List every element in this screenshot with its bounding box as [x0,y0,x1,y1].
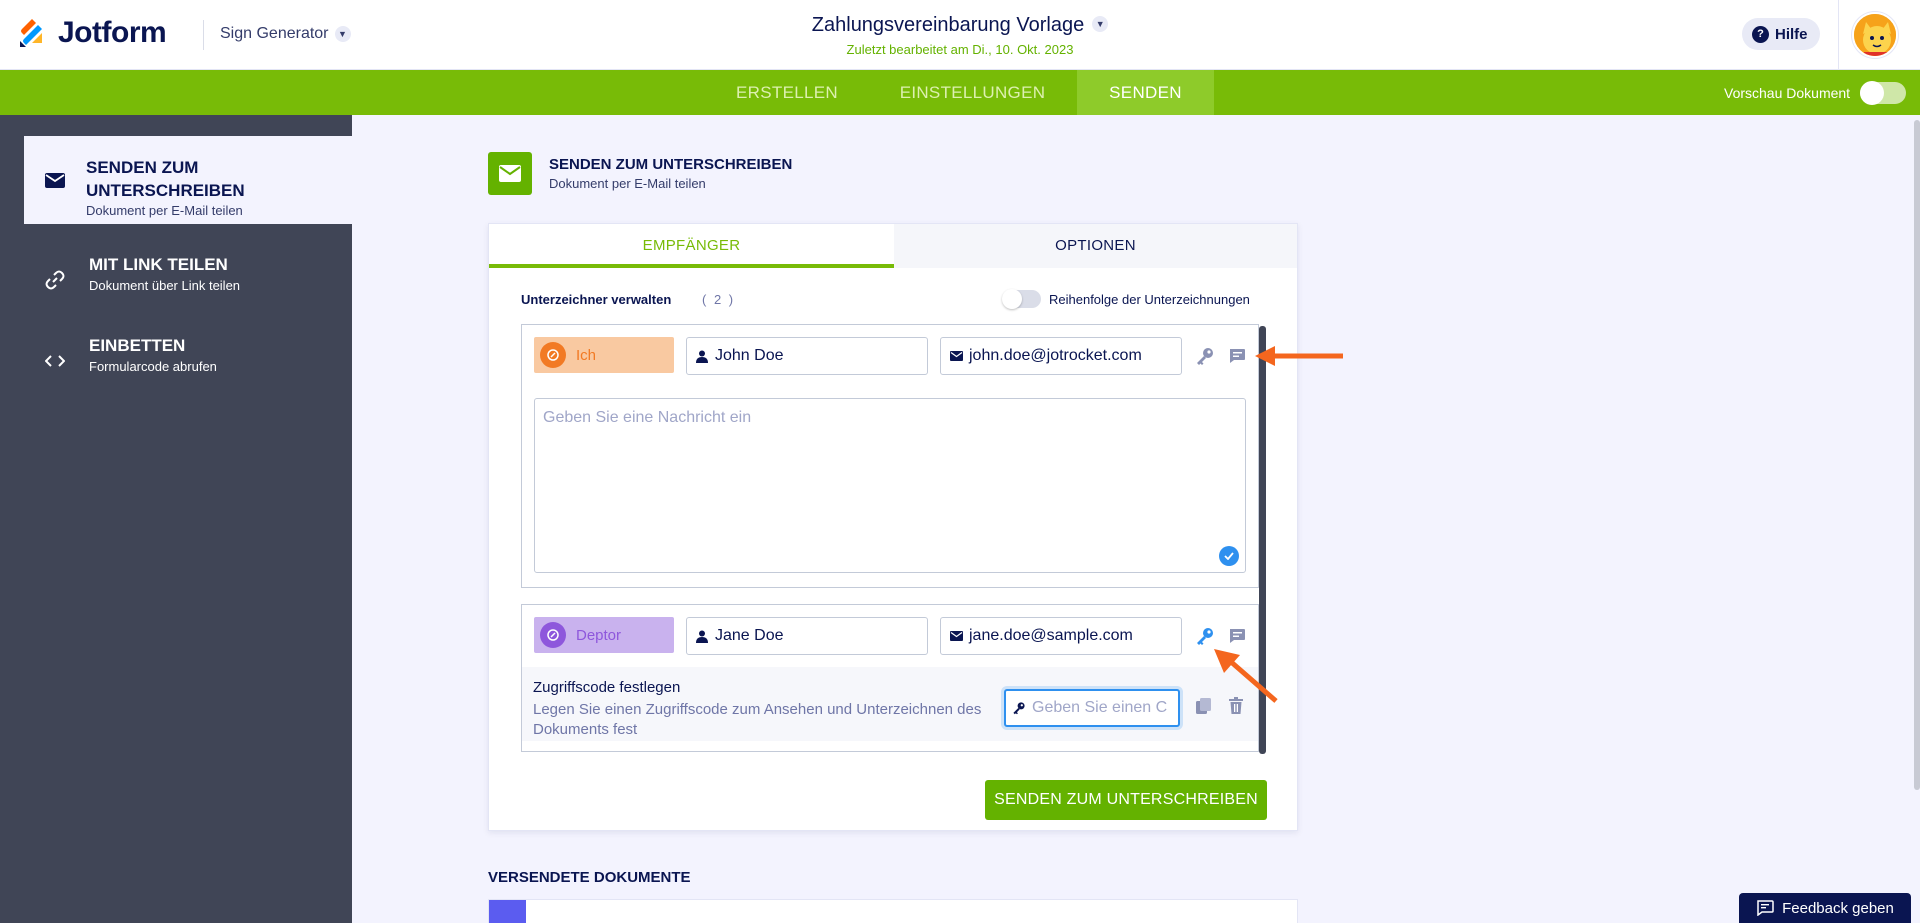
publish-sidebar: SENDEN ZUM UNTERSCHREIBEN Dokument per E… [0,115,352,923]
signing-order-toggle[interactable] [1002,289,1041,309]
pen-icon [540,342,566,368]
chevron-down-icon[interactable]: ▼ [1092,15,1109,32]
tab-options[interactable]: OPTIONEN [894,224,1297,268]
sent-documents-title: VERSENDETE DOKUMENTE [488,869,691,886]
document-title[interactable]: Zahlungsvereinbarung Vorlage ▼ [0,14,1920,37]
signer-card: Deptor Jane Doe jane.doe@sample.com Zugr… [521,604,1259,752]
message-icon[interactable] [1226,345,1248,367]
message-icon[interactable] [1226,625,1248,647]
signer-card: Ich John Doe john.doe@jotrocket.com Gebe… [521,324,1259,588]
key-icon [1013,702,1025,715]
access-code-placeholder: Geben Sie einen C [1032,699,1168,716]
sidebar-item-title: SENDEN ZUM [86,158,199,177]
avatar[interactable] [1852,12,1898,58]
sent-documents-list [488,899,1298,923]
question-icon: ? [1752,25,1769,43]
access-code-description: Legen Sie einen Zugriffscode zum Ansehen… [533,701,982,738]
signer-message-input[interactable]: Geben Sie eine Nachricht ein [534,398,1246,573]
tab-recipients[interactable]: EMPFÄNGER [489,224,894,268]
section-title: SENDEN ZUM UNTERSCHREIBEN [549,156,793,173]
feedback-label: Feedback geben [1782,899,1894,917]
signer-name-input[interactable]: Jane Doe [686,617,928,655]
sidebar-item-embed[interactable]: EINBETTEN Formularcode abrufen [24,334,352,394]
document-title-text: Zahlungsvereinbarung Vorlage [811,14,1085,36]
sidebar-item-title: EINBETTEN [89,336,186,355]
email-icon [949,349,963,363]
key-icon[interactable] [1194,345,1216,367]
check-icon [1219,546,1239,566]
sidebar-item-send-to-sign[interactable]: SENDEN ZUM UNTERSCHREIBEN Dokument per E… [24,136,352,224]
signer-email-value: john.doe@jotrocket.com [969,347,1142,364]
envelope-icon [44,169,66,191]
preview-document-toggle[interactable] [1860,81,1906,105]
signer-count: ( 2 ) [702,292,736,307]
annotation-arrow [1255,346,1343,366]
help-label: Hilfe [1775,25,1808,43]
signer-role-badge[interactable]: Deptor [534,617,674,653]
pen-icon [540,622,566,648]
signer-name-value: Jane Doe [715,627,784,644]
access-code-title: Zugriffscode festlegen [533,679,681,696]
signer-email-value: jane.doe@sample.com [969,627,1133,644]
access-code-input[interactable]: Geben Sie einen C [1004,689,1180,727]
signing-order-label: Reihenfolge der Unterzeichnungen [1049,292,1250,307]
sidebar-item-subtitle: Formularcode abrufen [89,359,217,374]
header-divider [1838,0,1839,70]
code-icon [44,350,66,372]
user-icon [695,349,709,363]
signers-list: Ich John Doe john.doe@jotrocket.com Gebe… [521,324,1269,754]
signer-name-value: John Doe [715,347,784,364]
key-icon[interactable] [1194,625,1216,647]
send-to-sign-button[interactable]: SENDEN ZUM UNTERSCHREIBEN [985,780,1267,820]
signer-role-label: Ich [576,346,597,364]
feedback-icon [1757,900,1774,916]
annotation-arrow [1214,649,1278,703]
link-icon [44,269,66,291]
sidebar-item-title: MIT LINK TEILEN [89,255,228,274]
signer-role-badge[interactable]: Ich [534,337,674,373]
sidebar-item-share-link[interactable]: MIT LINK TEILEN Dokument über Link teile… [24,253,352,313]
top-header: Jotform Sign Generator ▼ Zahlungsvereinb… [0,0,1920,70]
sent-document-accent [489,900,526,923]
sidebar-item-subtitle: Dokument über Link teilen [89,278,241,293]
tab-senden[interactable]: SENDEN [1077,70,1214,115]
feedback-button[interactable]: Feedback geben [1739,893,1911,923]
user-icon [695,629,709,643]
access-code-row: Zugriffscode festlegen Legen Sie einen Z… [522,667,1258,741]
signer-role-label: Deptor [576,626,622,644]
manage-signers-label: Unterzeichner verwalten [521,292,672,307]
builder-nav: ERSTELLEN EINSTELLUNGEN SENDEN Vorschau … [0,70,1920,115]
send-to-sign-panel: EMPFÄNGER OPTIONEN Unterzeichner verwalt… [488,223,1298,831]
section-subtitle: Dokument per E-Mail teilen [549,176,706,191]
envelope-icon [488,152,532,195]
signer-email-input[interactable]: john.doe@jotrocket.com [940,337,1182,375]
page-scrollbar[interactable] [1914,120,1920,790]
signer-name-input[interactable]: John Doe [686,337,928,375]
panel-tabs: EMPFÄNGER OPTIONEN [489,224,1297,268]
sidebar-item-subtitle: Dokument per E-Mail teilen [86,203,243,218]
help-button[interactable]: ? Hilfe [1742,18,1820,50]
tab-einstellungen[interactable]: EINSTELLUNGEN [880,70,1065,115]
message-placeholder: Geben Sie eine Nachricht ein [543,409,752,426]
tab-erstellen[interactable]: ERSTELLEN [712,70,862,115]
preview-document-label: Vorschau Dokument [1724,85,1851,101]
last-edited-text: Zuletzt bearbeitet am Di., 10. Okt. 2023 [846,42,1074,57]
sidebar-item-title: UNTERSCHREIBEN [86,181,245,200]
email-icon [949,629,963,643]
signer-email-input[interactable]: jane.doe@sample.com [940,617,1182,655]
